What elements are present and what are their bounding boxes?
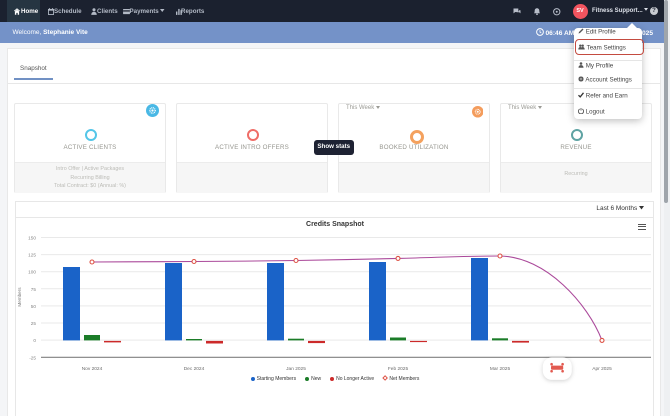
svg-text:Mar 2025: Mar 2025: [490, 366, 511, 372]
svg-text:Nov 2024: Nov 2024: [82, 366, 103, 372]
svg-text:0: 0: [33, 338, 36, 343]
svg-text:Feb 2025: Feb 2025: [388, 366, 409, 372]
svg-text:-25: -25: [29, 355, 36, 360]
svg-text:150: 150: [28, 236, 36, 241]
svg-text:125: 125: [28, 253, 36, 258]
svg-text:Dec 2024: Dec 2024: [184, 366, 205, 372]
svg-text:Apr 2025: Apr 2025: [592, 366, 612, 372]
svg-text:Jan 2025: Jan 2025: [286, 366, 306, 372]
svg-text:25: 25: [31, 321, 37, 326]
svg-text:100: 100: [28, 270, 36, 275]
svg-text:Members: Members: [17, 287, 22, 307]
svg-text:50: 50: [31, 304, 37, 309]
svg-text:75: 75: [31, 287, 37, 292]
